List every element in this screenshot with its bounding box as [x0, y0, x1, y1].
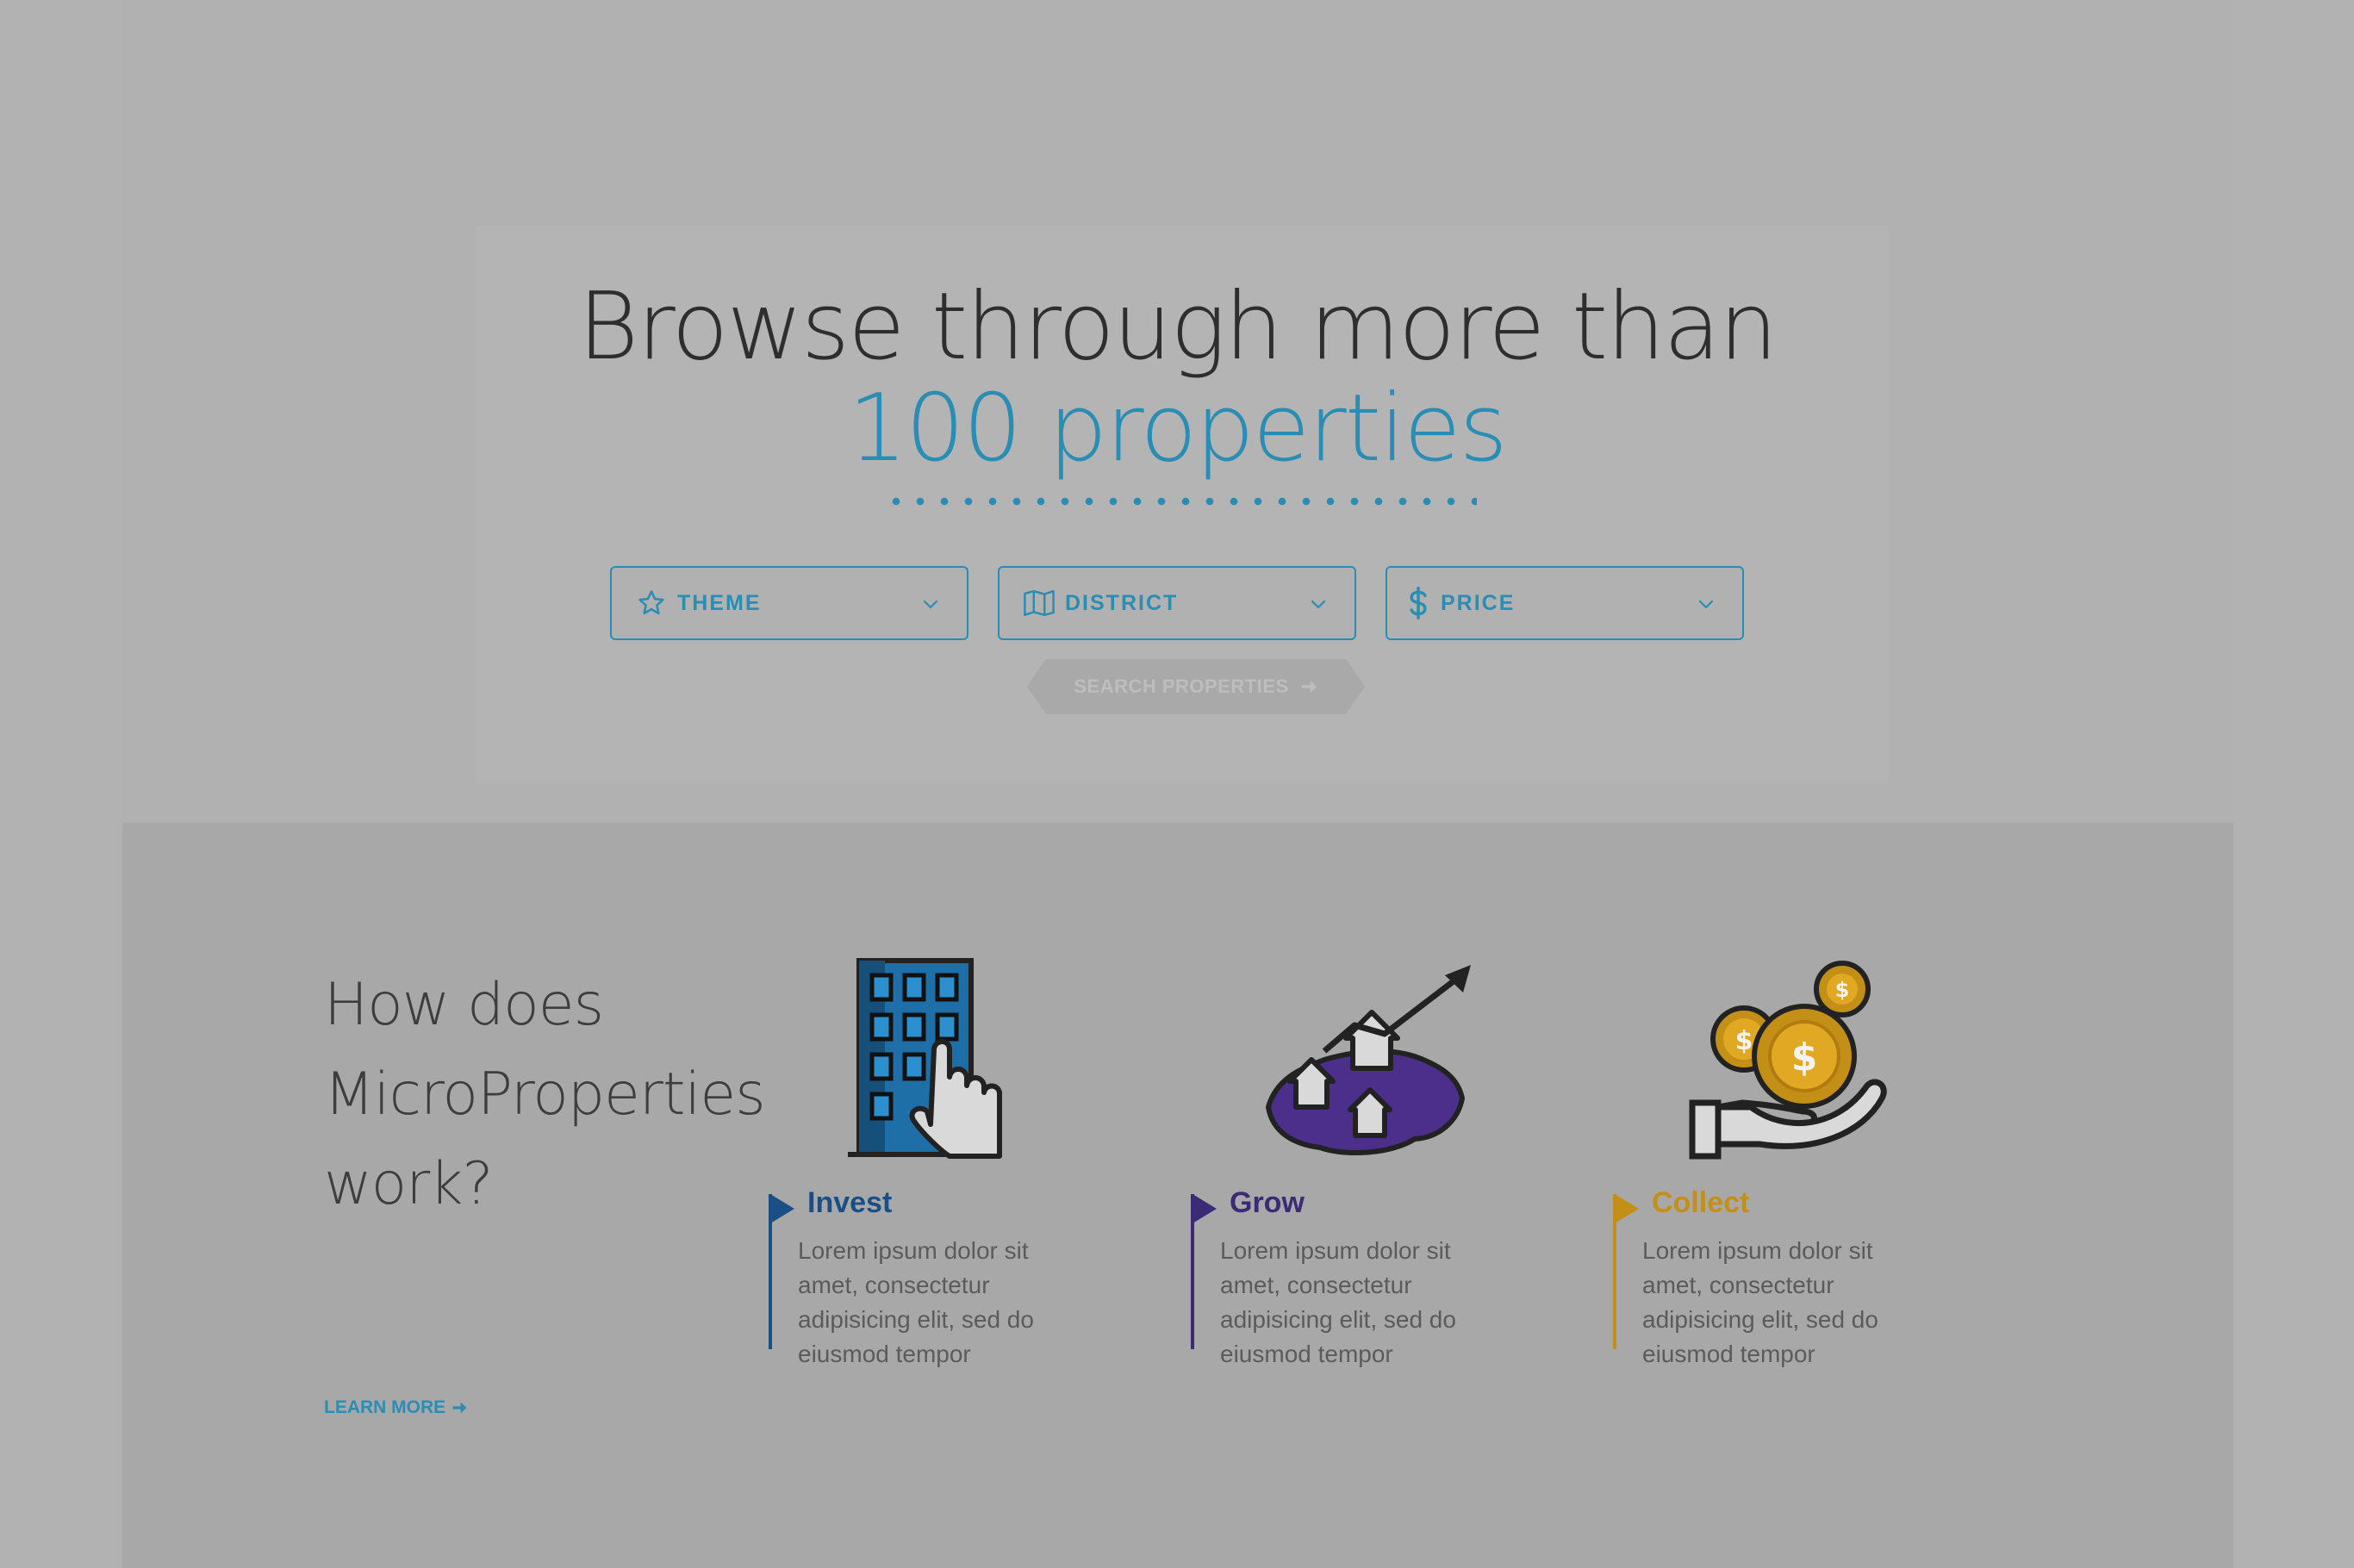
svg-text:$: $	[1835, 978, 1850, 1002]
step-title: Invest	[807, 1186, 893, 1219]
chevron-down-icon	[1698, 600, 1714, 609]
theme-label: THEME	[677, 590, 762, 615]
learn-more-link[interactable]: LEARN MORE	[324, 1397, 468, 1418]
theme-dropdown[interactable]: THEME	[610, 566, 968, 640]
learn-more-label: LEARN MORE	[324, 1397, 446, 1417]
flag-icon	[1193, 1194, 1217, 1223]
arrow-right-icon	[1299, 677, 1318, 696]
dotted-underline	[884, 496, 1477, 507]
district-dropdown[interactable]: DISTRICT	[998, 566, 1356, 640]
building-tap-icon	[820, 956, 1079, 1163]
step-description: Lorem ipsum dolor sit amet, consectetur …	[1642, 1237, 1878, 1367]
search-button-label: SEARCH PROPERTIES	[1074, 675, 1289, 697]
hero-headline: Browse through more than	[577, 273, 1778, 381]
star-icon	[636, 588, 667, 619]
dollar-icon	[1406, 587, 1430, 619]
step-title: Collect	[1652, 1186, 1750, 1219]
step-title: Grow	[1230, 1186, 1305, 1219]
chevron-down-icon	[923, 600, 938, 609]
price-label: PRICE	[1441, 590, 1516, 615]
price-dropdown[interactable]: PRICE	[1386, 566, 1744, 640]
district-label: DISTRICT	[1065, 590, 1179, 615]
step-invest: Invest Lorem ipsum dolor sit amet, conse…	[769, 956, 1130, 1370]
flag-icon	[1615, 1194, 1639, 1223]
step-collect: $ $ $ Collect Lorem ipsum dolor sit amet…	[1613, 956, 1975, 1370]
chevron-down-icon	[1311, 600, 1326, 609]
step-grow: Grow Lorem ipsum dolor sit amet, consect…	[1191, 956, 1553, 1370]
step-description: Lorem ipsum dolor sit amet, consectetur …	[1220, 1237, 1456, 1367]
growth-map-icon	[1242, 956, 1501, 1163]
coins-hand-icon: $ $ $	[1665, 956, 1923, 1163]
svg-text:$: $	[1791, 1036, 1818, 1080]
flag-icon	[770, 1194, 794, 1223]
hero-headline-accent: 100 properties	[848, 375, 1508, 482]
how-it-works-title: How does MicroProperties work?	[324, 971, 766, 1218]
step-description: Lorem ipsum dolor sit amet, consectetur …	[798, 1237, 1034, 1367]
map-icon	[1024, 588, 1055, 619]
arrow-right-icon	[452, 1402, 467, 1414]
svg-text:$: $	[1735, 1026, 1753, 1056]
search-properties-button[interactable]: SEARCH PROPERTIES	[1027, 659, 1365, 714]
